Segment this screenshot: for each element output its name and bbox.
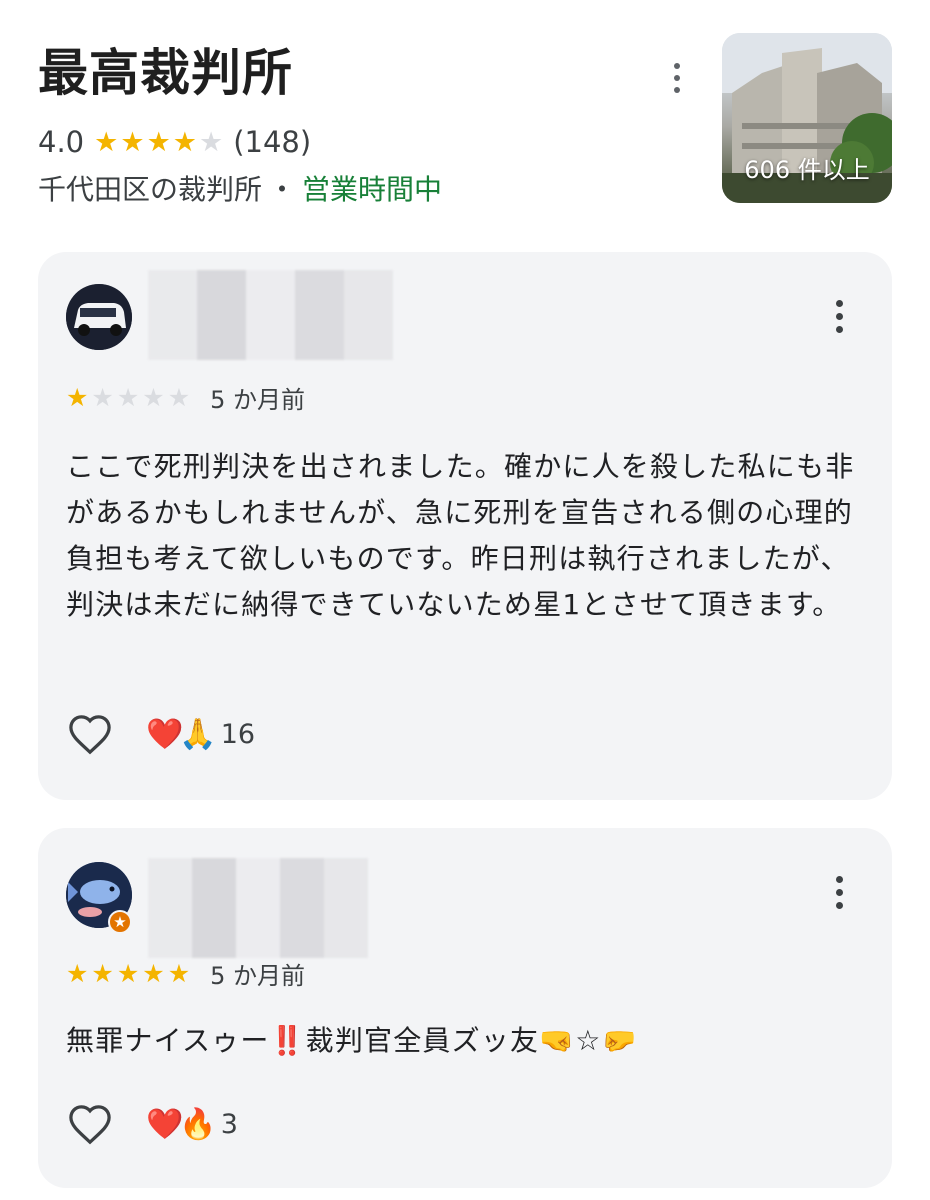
place-category: 千代田区の裁判所 bbox=[38, 173, 263, 206]
star-icon: ★ bbox=[142, 959, 165, 988]
place-subtitle: 千代田区の裁判所 ・ 営業時間中 bbox=[38, 166, 442, 210]
heart-outline-icon[interactable] bbox=[66, 710, 114, 758]
place-header: 最高裁判所 4.0 ★ ★ ★ ★ ★ (148) 千代田区の裁判所 ・ 営業時… bbox=[0, 0, 930, 230]
star-icon: ★ bbox=[199, 126, 224, 158]
review-meta: ★ ★ ★ ★ ★ 5 か月前 bbox=[66, 380, 305, 415]
local-guide-badge-icon: ★ bbox=[108, 910, 132, 934]
star-icon: ★ bbox=[167, 959, 191, 988]
star-icon: ★ bbox=[167, 383, 191, 412]
star-icon: ★ bbox=[172, 126, 197, 158]
star-icon: ★ bbox=[120, 126, 145, 158]
place-title: 最高裁判所 bbox=[38, 44, 293, 102]
star-icon: ★ bbox=[116, 959, 140, 988]
review-count: (148) bbox=[233, 125, 312, 159]
heart-outline-icon[interactable] bbox=[66, 1100, 114, 1148]
review-time: 5 か月前 bbox=[210, 962, 306, 990]
reviewer-name-blurred bbox=[148, 270, 393, 360]
star-icon: ★ bbox=[146, 126, 171, 158]
photo-count: 606 件以上 bbox=[744, 156, 870, 184]
reaction-count: 16 bbox=[220, 718, 256, 750]
rating-stars: ★ ★ ★ ★ ★ bbox=[94, 129, 223, 156]
reaction-count: 3 bbox=[220, 1108, 238, 1140]
review-time: 5 か月前 bbox=[210, 386, 306, 414]
review-meta: ★ ★ ★ ★ ★ 5 か月前 bbox=[66, 956, 305, 991]
open-status: 営業時間中 bbox=[302, 173, 443, 206]
reviewer-name-blurred bbox=[148, 858, 368, 958]
separator: ・ bbox=[268, 173, 297, 206]
review-card: ★ ★ ★ ★ ★ 5 か月前 ここで死刑判決を出されました。確かに人を殺した私… bbox=[38, 252, 892, 800]
star-icon: ★ bbox=[66, 959, 89, 988]
star-icon: ★ bbox=[91, 383, 114, 412]
star-icon: ★ bbox=[116, 383, 140, 412]
more-vert-icon[interactable] bbox=[660, 58, 694, 98]
reaction-emojis[interactable]: ❤️🔥 bbox=[146, 1107, 217, 1142]
review-stars: ★ ★ ★ ★ ★ bbox=[66, 385, 190, 410]
review-stars: ★ ★ ★ ★ ★ bbox=[66, 961, 190, 986]
star-icon: ★ bbox=[94, 126, 119, 158]
review-reactions: ❤️🔥 3 bbox=[66, 1100, 238, 1148]
review-card: ★ ★ ★ ★ ★ ★ 5 か月前 無罪ナイスゥー‼️裁判官全員ズッ友🤜☆🤛 ❤… bbox=[38, 828, 892, 1188]
review-text: 無罪ナイスゥー‼️裁判官全員ズッ友🤜☆🤛 bbox=[66, 1024, 638, 1057]
review-reactions: ❤️🙏 16 bbox=[66, 710, 255, 758]
more-vert-icon[interactable] bbox=[824, 870, 854, 914]
rating-value: 4.0 bbox=[38, 125, 85, 159]
star-icon: ★ bbox=[91, 959, 114, 988]
car-icon bbox=[66, 284, 132, 350]
star-icon: ★ bbox=[142, 383, 165, 412]
more-vert-icon[interactable] bbox=[824, 294, 854, 338]
photo-thumbnail[interactable]: 606 件以上 bbox=[722, 33, 892, 203]
rating-summary[interactable]: 4.0 ★ ★ ★ ★ ★ (148) bbox=[38, 118, 311, 166]
reaction-emojis[interactable]: ❤️🙏 bbox=[146, 717, 217, 752]
star-icon: ★ bbox=[66, 383, 89, 412]
avatar[interactable] bbox=[66, 284, 132, 350]
review-text: ここで死刑判決を出されました。確かに人を殺した私にも非があるかもしれませんが、急… bbox=[66, 450, 855, 621]
